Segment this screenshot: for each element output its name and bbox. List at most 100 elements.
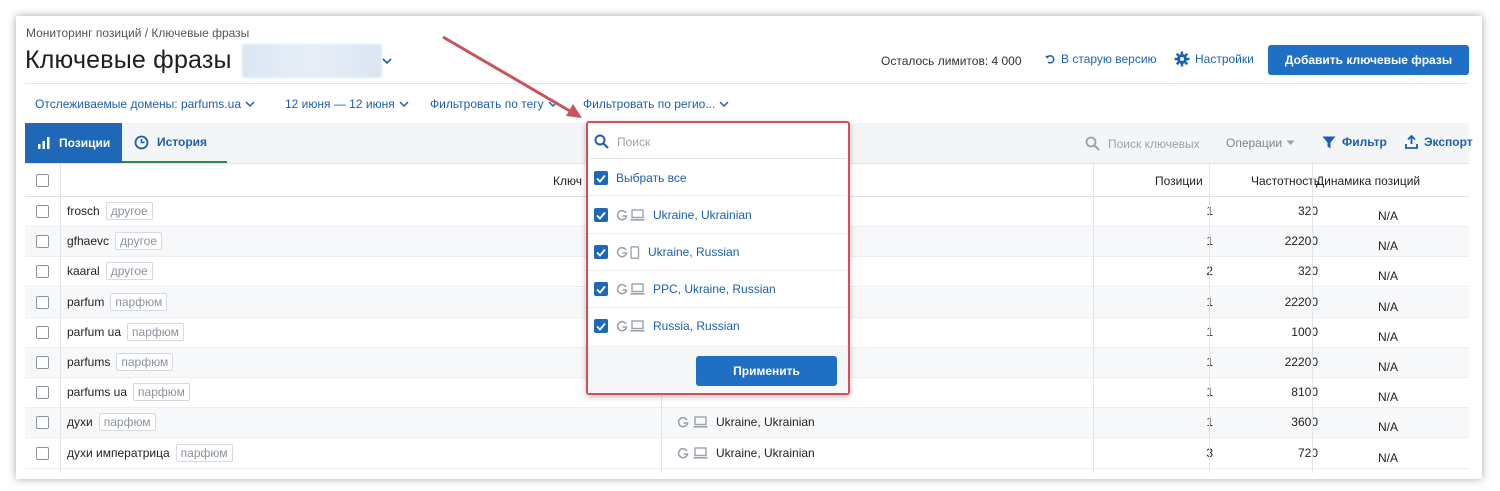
region-filter[interactable]: Фильтровать по регио... <box>583 97 729 111</box>
region-option[interactable]: PPC, Ukraine, Russian <box>594 279 776 299</box>
position-cell: 1 <box>1203 385 1213 399</box>
row-checkbox[interactable] <box>36 235 49 249</box>
position-cell: 1 <box>1203 355 1213 369</box>
column-divider <box>60 163 61 473</box>
keyword-search-input[interactable]: Поиск ключевых <box>1085 136 1200 151</box>
region-search-placeholder: Поиск <box>617 134 651 149</box>
select-all-regions[interactable]: Выбрать все <box>594 168 687 188</box>
date-filter[interactable]: 12 июня — 12 июня <box>285 97 409 111</box>
chevron-down-icon[interactable] <box>381 56 393 66</box>
keyword-cell: parfums ua парфюм <box>67 383 190 402</box>
operations-label: Операции <box>1226 136 1283 150</box>
tag-badge[interactable]: парфюм <box>116 353 174 371</box>
checkmark-icon <box>596 248 606 257</box>
table-row[interactable]: духи императрица парфюм 3 720 N/A Ukraine, Uk… <box>25 439 1469 469</box>
region-option-label: Russia, Russian <box>653 319 740 333</box>
region-cell: Ukraine, Ukrainian <box>677 446 815 460</box>
keyword-text: parfum <box>67 294 105 309</box>
apply-button[interactable]: Применить <box>696 356 837 386</box>
row-checkbox[interactable] <box>36 295 49 309</box>
google-icon <box>616 320 628 332</box>
region-icons <box>616 209 645 221</box>
blurred-project-name <box>242 44 382 78</box>
breadcrumb[interactable]: Мониторинг позиций / Ключевые фразы <box>26 26 249 40</box>
page-title: Ключевые фразы <box>25 46 232 74</box>
tag-badge[interactable]: парфюм <box>110 292 168 311</box>
position-cell: 1 <box>1203 234 1213 248</box>
checkbox-checked[interactable] <box>594 282 608 296</box>
region-icons <box>616 283 645 295</box>
row-checkbox[interactable] <box>36 265 49 279</box>
region-option-label: Ukraine, Russian <box>648 245 740 259</box>
tab-positions[interactable]: Позиции <box>25 123 122 163</box>
tag-badge[interactable]: парфюм <box>98 413 156 432</box>
desktop-icon <box>693 446 708 459</box>
chevron-down-icon <box>548 101 558 108</box>
tag-badge[interactable]: другое <box>105 202 153 220</box>
region-search-input[interactable]: Поиск <box>590 125 846 159</box>
tag-badge[interactable]: другое <box>105 262 153 281</box>
tag-badge[interactable]: парфюм <box>133 383 190 402</box>
dynamics-cell: N/A <box>1378 269 1399 284</box>
checkmark-icon <box>596 211 606 220</box>
filter-button[interactable]: Фильтр <box>1322 135 1387 149</box>
desktop-icon <box>630 320 645 332</box>
row-checkbox[interactable] <box>36 205 49 218</box>
checkbox-checked[interactable] <box>594 245 608 259</box>
select-all-checkbox[interactable] <box>36 174 49 187</box>
region-option[interactable]: Ukraine, Ukrainian <box>594 205 752 225</box>
domain-filter[interactable]: Отслеживаемые домены: parfums.ua <box>35 97 255 111</box>
frequency-column-header[interactable]: Частотность <box>1251 174 1320 188</box>
region-filter-label: Фильтровать по регио... <box>583 97 716 111</box>
dynamics-column-header[interactable]: Динамика позиций <box>1316 174 1420 188</box>
checkbox-checked[interactable] <box>594 208 608 222</box>
desktop-icon <box>693 416 708 428</box>
region-filter-dropdown: Поиск Выбрать все Ukraine, Ukrainian Ukra… <box>586 121 850 395</box>
region-icons <box>616 320 645 332</box>
keyword-search-placeholder: Поиск ключевых <box>1108 136 1200 151</box>
checkbox-checked[interactable] <box>594 171 608 185</box>
row-checkbox[interactable] <box>36 386 49 400</box>
region-option[interactable]: Russia, Russian <box>594 316 740 336</box>
divider <box>588 195 848 196</box>
checkmark-icon <box>596 322 606 331</box>
tag-badge[interactable]: парфюм <box>175 443 233 462</box>
frequency-cell: 320 <box>1297 264 1318 279</box>
keyword-text: parfums <box>67 355 111 369</box>
row-checkbox[interactable] <box>36 356 49 369</box>
dynamics-cell: N/A <box>1378 239 1399 254</box>
row-checkbox[interactable] <box>36 325 49 339</box>
tag-filter-label: Фильтровать по тегу <box>430 97 544 111</box>
old-version-link[interactable]: В старую версию <box>1044 52 1157 66</box>
filter-label: Фильтр <box>1342 135 1387 149</box>
region-option-label: Ukraine, Ukrainian <box>653 208 752 222</box>
divider <box>588 270 848 271</box>
export-button[interactable]: Экспорт <box>1405 135 1473 149</box>
tag-filter[interactable]: Фильтровать по тегу <box>430 97 558 111</box>
keyword-column-header[interactable]: Ключ <box>553 174 582 188</box>
add-keywords-button[interactable]: Добавить ключевые фразы <box>1268 45 1469 75</box>
row-checkbox[interactable] <box>36 416 49 430</box>
operations-dropdown[interactable]: Операции <box>1226 136 1295 150</box>
tag-badge[interactable]: парфюм <box>127 322 184 341</box>
position-cell: 1 <box>1203 295 1213 309</box>
frequency-cell: 320 <box>1297 204 1318 218</box>
checkbox-checked[interactable] <box>594 319 608 333</box>
settings-label: Настройки <box>1195 52 1254 66</box>
tab-history[interactable]: История <box>122 123 227 163</box>
chevron-down-icon <box>399 101 409 108</box>
region-option[interactable]: Ukraine, Russian <box>594 242 739 262</box>
row-checkbox[interactable] <box>36 446 49 460</box>
positions-column-header[interactable]: Позиции <box>1155 174 1203 188</box>
search-icon <box>594 134 609 149</box>
dynamics-cell: N/A <box>1378 420 1399 435</box>
checkmark-icon <box>596 174 606 183</box>
table-row[interactable]: духи парфюм 1 3600 N/A Ukraine, Ukrainian <box>25 408 1469 439</box>
keyword-cell: parfums парфюм <box>67 353 174 371</box>
tag-badge[interactable]: другое <box>115 232 163 251</box>
region-icons <box>616 245 640 259</box>
keyword-text: parfum ua <box>67 324 122 339</box>
settings-link[interactable]: Настройки <box>1174 51 1254 67</box>
position-cell: 1 <box>1203 204 1213 218</box>
frequency-cell: 22200 <box>1284 234 1318 249</box>
